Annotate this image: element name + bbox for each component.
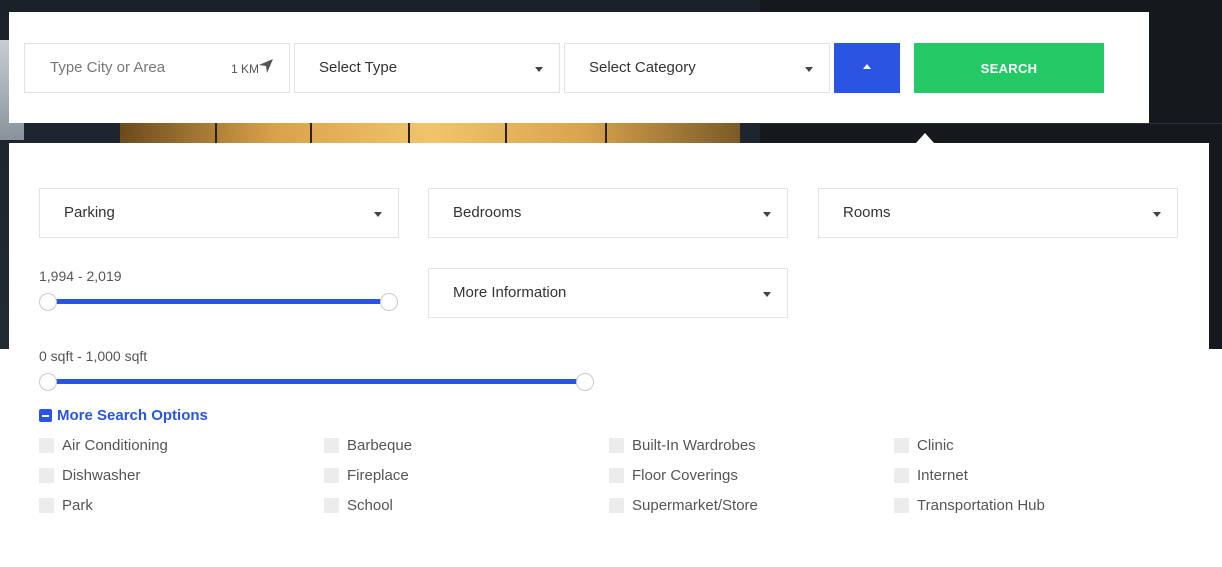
checkbox-icon[interactable]	[39, 438, 54, 453]
amenity-checkbox[interactable]: Clinic	[894, 437, 954, 454]
city-search-input[interactable]: Type City or Area 1 KM	[24, 43, 290, 93]
chevron-down-icon	[763, 292, 771, 297]
checkbox-icon[interactable]	[39, 498, 54, 513]
advanced-toggle-button[interactable]	[834, 43, 900, 93]
checkbox-icon[interactable]	[609, 438, 624, 453]
amenity-label: Built-In Wardrobes	[632, 437, 756, 454]
location-arrow-icon[interactable]	[258, 58, 274, 78]
amenity-checkbox[interactable]: Fireplace	[324, 467, 409, 484]
checkbox-icon[interactable]	[39, 468, 54, 483]
amenity-label: Dishwasher	[62, 467, 141, 484]
amenity-checkbox[interactable]: School	[324, 497, 393, 514]
year-range-label: 1,994 - 2,019	[39, 268, 122, 284]
checkbox-icon[interactable]	[894, 438, 909, 453]
amenity-label: Park	[62, 497, 93, 514]
checkbox-icon[interactable]	[609, 498, 624, 513]
search-button[interactable]: SEARCH	[914, 43, 1104, 93]
parking-select[interactable]: Parking	[39, 188, 399, 238]
rooms-select[interactable]: Rooms	[818, 188, 1178, 238]
amenity-checkbox[interactable]: Internet	[894, 467, 968, 484]
checkbox-icon[interactable]	[324, 498, 339, 513]
amenity-checkbox[interactable]: Transportation Hub	[894, 497, 1045, 514]
amenity-label: Transportation Hub	[917, 497, 1045, 514]
checkbox-icon[interactable]	[324, 468, 339, 483]
radius-label[interactable]: 1 KM	[231, 62, 259, 76]
amenity-label: Air Conditioning	[62, 437, 168, 454]
checkbox-icon[interactable]	[609, 468, 624, 483]
search-bar: Type City or Area 1 KM Select Type Selec…	[9, 12, 1149, 123]
area-range-min-handle[interactable]	[39, 373, 57, 391]
more-search-options-label: More Search Options	[57, 407, 208, 424]
type-select[interactable]: Select Type	[294, 43, 560, 93]
checkbox-icon[interactable]	[324, 438, 339, 453]
panel-pointer	[916, 133, 934, 143]
chevron-down-icon	[763, 212, 771, 217]
amenity-checkbox[interactable]: Dishwasher	[39, 467, 140, 484]
amenity-checkbox[interactable]: Built-In Wardrobes	[609, 437, 756, 454]
amenity-label: Internet	[917, 467, 968, 484]
chevron-down-icon	[374, 212, 382, 217]
chevron-up-icon	[863, 64, 871, 69]
amenity-label: Floor Coverings	[632, 467, 738, 484]
more-information-label: More Information	[453, 284, 567, 301]
wall-line	[760, 123, 1222, 124]
year-range-min-handle[interactable]	[39, 293, 57, 311]
amenity-checkbox[interactable]: Supermarket/Store	[609, 497, 758, 514]
year-range-track[interactable]	[47, 299, 389, 304]
amenity-label: Barbeque	[347, 437, 413, 454]
year-range-max-handle[interactable]	[380, 293, 398, 311]
category-select[interactable]: Select Category	[564, 43, 830, 93]
amenity-checkbox[interactable]: Floor Coverings	[609, 467, 738, 484]
chevron-down-icon	[805, 67, 813, 72]
checkbox-icon[interactable]	[894, 468, 909, 483]
rooms-select-label: Rooms	[843, 204, 891, 221]
chevron-down-icon	[1153, 212, 1161, 217]
area-range-track[interactable]	[47, 379, 585, 384]
area-range-max-handle[interactable]	[576, 373, 594, 391]
amenity-checkbox[interactable]: Barbeque	[324, 437, 412, 454]
category-select-label: Select Category	[589, 59, 696, 76]
more-information-select[interactable]: More Information	[428, 268, 788, 318]
checkbox-icon[interactable]	[894, 498, 909, 513]
amenity-checkbox[interactable]: Air Conditioning	[39, 437, 168, 454]
amenity-label: Supermarket/Store	[632, 497, 758, 514]
amenity-label: Fireplace	[347, 467, 409, 484]
more-search-options-toggle[interactable]: More Search Options	[39, 407, 208, 424]
amenity-checkbox[interactable]: Park	[39, 497, 93, 514]
city-placeholder: Type City or Area	[50, 59, 166, 76]
amenity-label: Clinic	[917, 437, 954, 454]
advanced-search-panel	[9, 143, 1209, 349]
parking-select-label: Parking	[64, 204, 115, 221]
bedrooms-select-label: Bedrooms	[453, 204, 522, 221]
chevron-down-icon	[535, 67, 543, 72]
amenity-label: School	[347, 497, 393, 514]
bedrooms-select[interactable]: Bedrooms	[428, 188, 788, 238]
minus-square-icon	[39, 409, 52, 422]
type-select-label: Select Type	[319, 59, 398, 76]
area-range-label: 0 sqft - 1,000 sqft	[39, 348, 148, 364]
